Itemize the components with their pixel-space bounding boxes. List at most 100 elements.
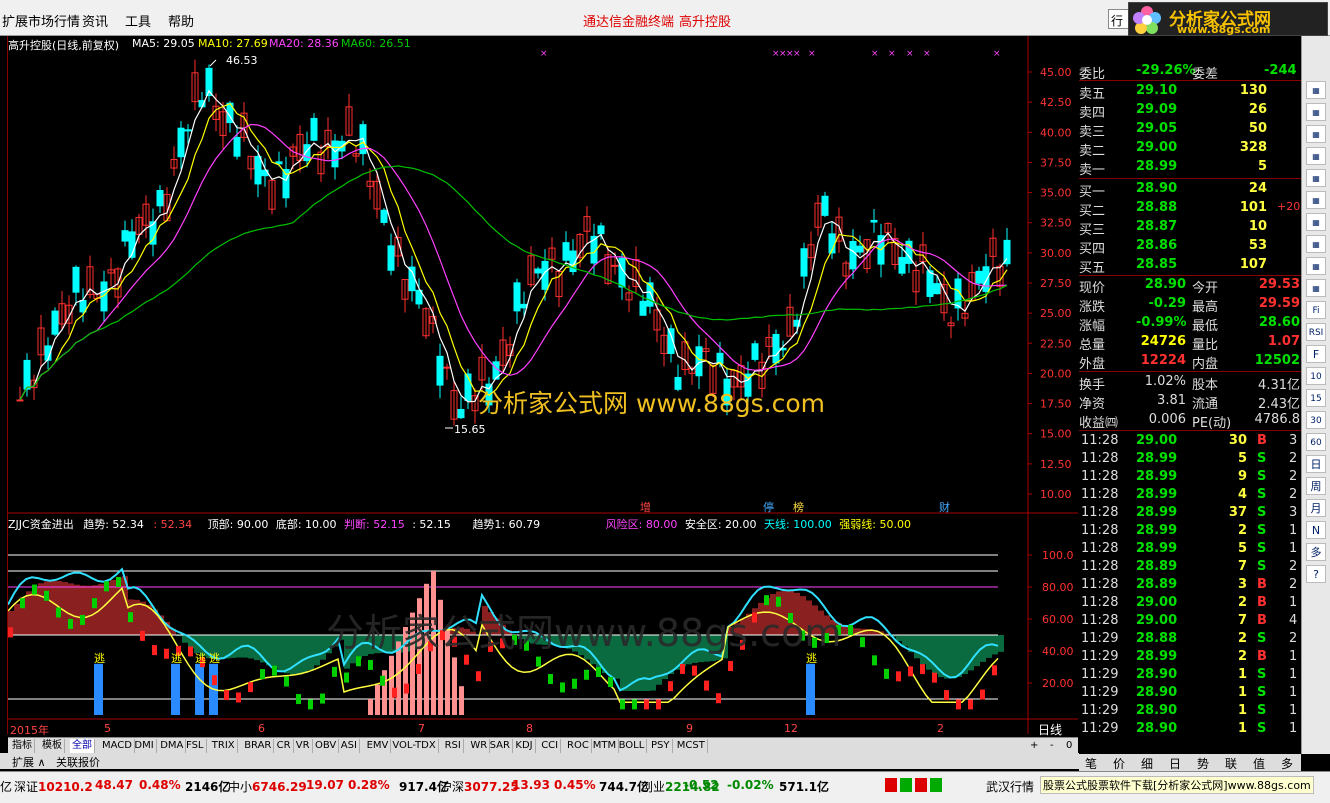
right-tab[interactable]: 势: [1197, 755, 1209, 772]
status-banner[interactable]: 股票公式股票软件下载[分析家公式网]www.88gs.com: [1040, 776, 1314, 794]
tick-row-cell: 11:29: [1081, 631, 1119, 646]
period-label[interactable]: 日线: [1038, 721, 1062, 738]
tick-row-cell: 2: [1289, 487, 1298, 502]
ind-area: [902, 635, 908, 647]
stat2-row-cell: 2.43亿: [1258, 397, 1300, 412]
right-tab[interactable]: 价: [1113, 755, 1125, 772]
tab-psy[interactable]: PSY: [649, 739, 673, 753]
logo-url: www.88gs.com: [1177, 23, 1271, 36]
ind-area: [944, 635, 950, 679]
tool-icon[interactable]: ▦: [1306, 103, 1326, 121]
tab-vr[interactable]: VR: [294, 739, 313, 753]
tool-icon[interactable]: ▦: [1306, 235, 1326, 253]
right-tab[interactable]: 多: [1281, 755, 1293, 772]
tool-9[interactable]: 月: [1306, 499, 1326, 517]
tab-cr[interactable]: CR: [275, 739, 294, 753]
tool-11[interactable]: 多: [1306, 543, 1326, 561]
chart-area[interactable]: 45.00 42.50 40.00 37.50 35.00 32.50 30.00 27.50…: [8, 36, 1078, 737]
ind-area: [266, 635, 272, 666]
tool-2[interactable]: F: [1306, 345, 1326, 363]
ind-block: [344, 672, 349, 683]
indicator-name[interactable]: ZJJC资金进出: [8, 518, 74, 531]
tab-rsi[interactable]: RSI: [443, 739, 464, 753]
tick-row-cell: 11:29: [1081, 685, 1119, 700]
buy-row-cell: 买四: [1079, 242, 1106, 257]
tool-10[interactable]: N: [1306, 521, 1326, 539]
tool-0[interactable]: Fi: [1306, 301, 1326, 319]
high-price-label: 46.53: [226, 54, 258, 67]
ind-block: [188, 646, 193, 657]
tab-plus[interactable]: +: [1028, 739, 1040, 753]
tick-row-cell: 28.90: [1136, 721, 1178, 736]
ext-tab-related[interactable]: 关联报价: [56, 754, 100, 770]
tab-全部[interactable]: 全部: [70, 739, 95, 753]
tab-dma[interactable]: DMA: [158, 739, 187, 753]
tab-asi[interactable]: ASI: [339, 739, 360, 753]
tab-mcst[interactable]: MCST: [675, 739, 708, 753]
ext-tab-expand[interactable]: 扩展 ∧: [12, 754, 46, 770]
right-tab[interactable]: 日: [1169, 755, 1181, 772]
tick-row-cell: 1: [1237, 721, 1247, 736]
right-tab[interactable]: 联: [1225, 755, 1237, 772]
tab-brar[interactable]: BRAR: [242, 739, 275, 753]
tool-5[interactable]: 30: [1306, 411, 1326, 429]
tool-12[interactable]: ?: [1306, 565, 1326, 583]
menu-help[interactable]: 帮助: [168, 11, 194, 30]
tab-vol-tdx[interactable]: VOL-TDX: [390, 739, 439, 753]
tab-kdj[interactable]: KDJ: [513, 739, 536, 753]
tab-dmi[interactable]: DMI: [132, 739, 157, 753]
ind-block: [332, 666, 337, 677]
tab-emv[interactable]: EMV: [365, 739, 392, 753]
tool-3[interactable]: 10: [1306, 367, 1326, 385]
candle-body: [254, 155, 262, 185]
menu-extended-market[interactable]: 扩展市场行情: [2, 11, 80, 30]
ind-antenna: 天线: 100.00: [764, 518, 832, 531]
stat2-row-cell: 股本: [1192, 378, 1219, 393]
status-value: 0.48%: [139, 778, 181, 792]
tool-1[interactable]: RSI: [1306, 323, 1326, 341]
tab-roc[interactable]: ROC: [565, 739, 592, 753]
buy-row-cell: 107: [1239, 257, 1267, 272]
menu-news[interactable]: 资讯: [82, 11, 108, 30]
tab-zero[interactable]: 0: [1064, 739, 1074, 753]
tool-icon[interactable]: ▦: [1306, 147, 1326, 165]
tool-icon[interactable]: ▦: [1306, 191, 1326, 209]
tab-minus[interactable]: -: [1048, 739, 1056, 753]
tick-row-cell: 11:28: [1081, 433, 1119, 448]
menu-tools[interactable]: 工具: [125, 11, 151, 30]
tool-8[interactable]: 周: [1306, 477, 1326, 495]
tool-icon[interactable]: ▦: [1306, 169, 1326, 187]
tab-fsl[interactable]: FSL: [184, 739, 207, 753]
tool-icon[interactable]: ▦: [1306, 81, 1326, 99]
tab-mtm[interactable]: MTM: [591, 739, 620, 753]
ind-axis-label: 100.0: [1042, 549, 1074, 562]
tab-模板[interactable]: 模板: [40, 739, 65, 753]
tool-icon[interactable]: ▦: [1306, 257, 1326, 275]
right-tab[interactable]: 值: [1253, 755, 1265, 772]
tool-4[interactable]: 15: [1306, 389, 1326, 407]
ma60-label: MA60: 26.51: [341, 37, 411, 50]
tick-row-cell: 28.99: [1136, 505, 1178, 520]
tab-obv[interactable]: OBV: [313, 739, 340, 753]
tool-7[interactable]: 日: [1306, 455, 1326, 473]
mini-bar: [915, 778, 927, 792]
tick-row-cell: 11:28: [1081, 595, 1119, 610]
tool-icon[interactable]: ▦: [1306, 213, 1326, 231]
event-cai: 财: [939, 501, 950, 514]
tab-指标[interactable]: 指标: [10, 739, 35, 753]
tab-macd[interactable]: MACD: [100, 739, 135, 753]
tab-trix[interactable]: TRIX: [210, 739, 238, 753]
candle-body: [751, 343, 759, 360]
buy-row-cell: 53: [1248, 238, 1267, 253]
tick-row-cell: 7: [1237, 613, 1247, 628]
buy-row-cell: 24: [1248, 181, 1267, 196]
tab-cci[interactable]: CCI: [539, 739, 562, 753]
tool-icon[interactable]: ▦: [1306, 125, 1326, 143]
tool-icon[interactable]: ▦: [1306, 279, 1326, 297]
right-tab[interactable]: 细: [1141, 755, 1153, 772]
right-tab[interactable]: 笔: [1085, 755, 1097, 772]
tab-boll[interactable]: BOLL: [617, 739, 648, 753]
tab-sar[interactable]: SAR: [488, 739, 513, 753]
stat2-row: 净资 3.81 流通 2.43亿: [1079, 392, 1301, 412]
tool-6[interactable]: 60: [1306, 433, 1326, 451]
